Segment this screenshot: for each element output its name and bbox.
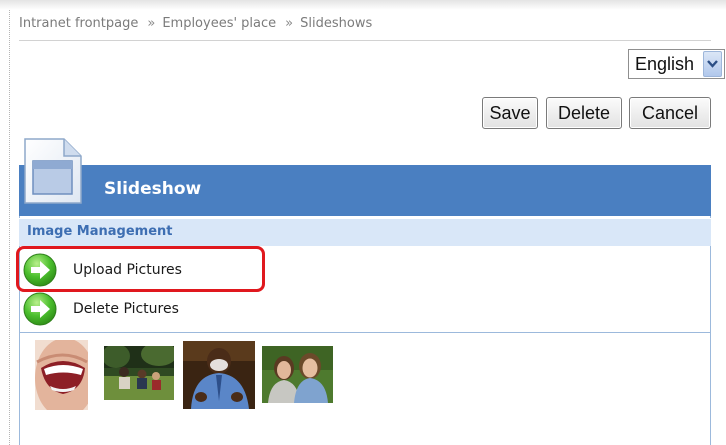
breadcrumb-item-slideshows[interactable]: Slideshows	[300, 16, 372, 31]
people-on-lawn-thumbnail[interactable]	[104, 346, 174, 400]
left-dotted-border	[9, 10, 10, 445]
breadcrumb: Intranet frontpage » Employees' place » Slid…	[19, 16, 372, 36]
cancel-button[interactable]: Cancel	[629, 97, 711, 129]
smiling-mouth-thumbnail[interactable]	[35, 340, 88, 410]
two-women-outdoors-thumbnail[interactable]	[262, 346, 333, 403]
slideshow-title: Slideshow	[104, 179, 202, 199]
highlight-box	[16, 246, 265, 292]
breadcrumb-divider	[19, 40, 711, 41]
breadcrumb-item-employees-place[interactable]: Employees' place	[162, 16, 276, 31]
breadcrumb-separator: »	[285, 16, 294, 31]
document-icon	[24, 138, 82, 204]
man-in-blue-shirt-thumbnail[interactable]	[183, 341, 255, 409]
chevron-down-icon[interactable]	[703, 51, 722, 77]
panel-divider	[19, 332, 711, 333]
delete-button[interactable]: Delete	[546, 97, 622, 129]
image-management-title: Image Management	[27, 224, 173, 239]
breadcrumb-separator: »	[147, 16, 156, 31]
delete-pictures-label[interactable]: Delete Pictures	[73, 301, 179, 317]
language-select[interactable]: English	[628, 49, 725, 79]
breadcrumb-item-intranet-frontpage[interactable]: Intranet frontpage	[19, 16, 138, 31]
language-select-value: English	[635, 53, 695, 74]
top-shadow	[0, 0, 726, 10]
save-button[interactable]: Save	[482, 97, 538, 129]
green-arrow-right-icon	[23, 292, 57, 326]
delete-pictures-action[interactable]: Delete Pictures	[22, 292, 262, 326]
